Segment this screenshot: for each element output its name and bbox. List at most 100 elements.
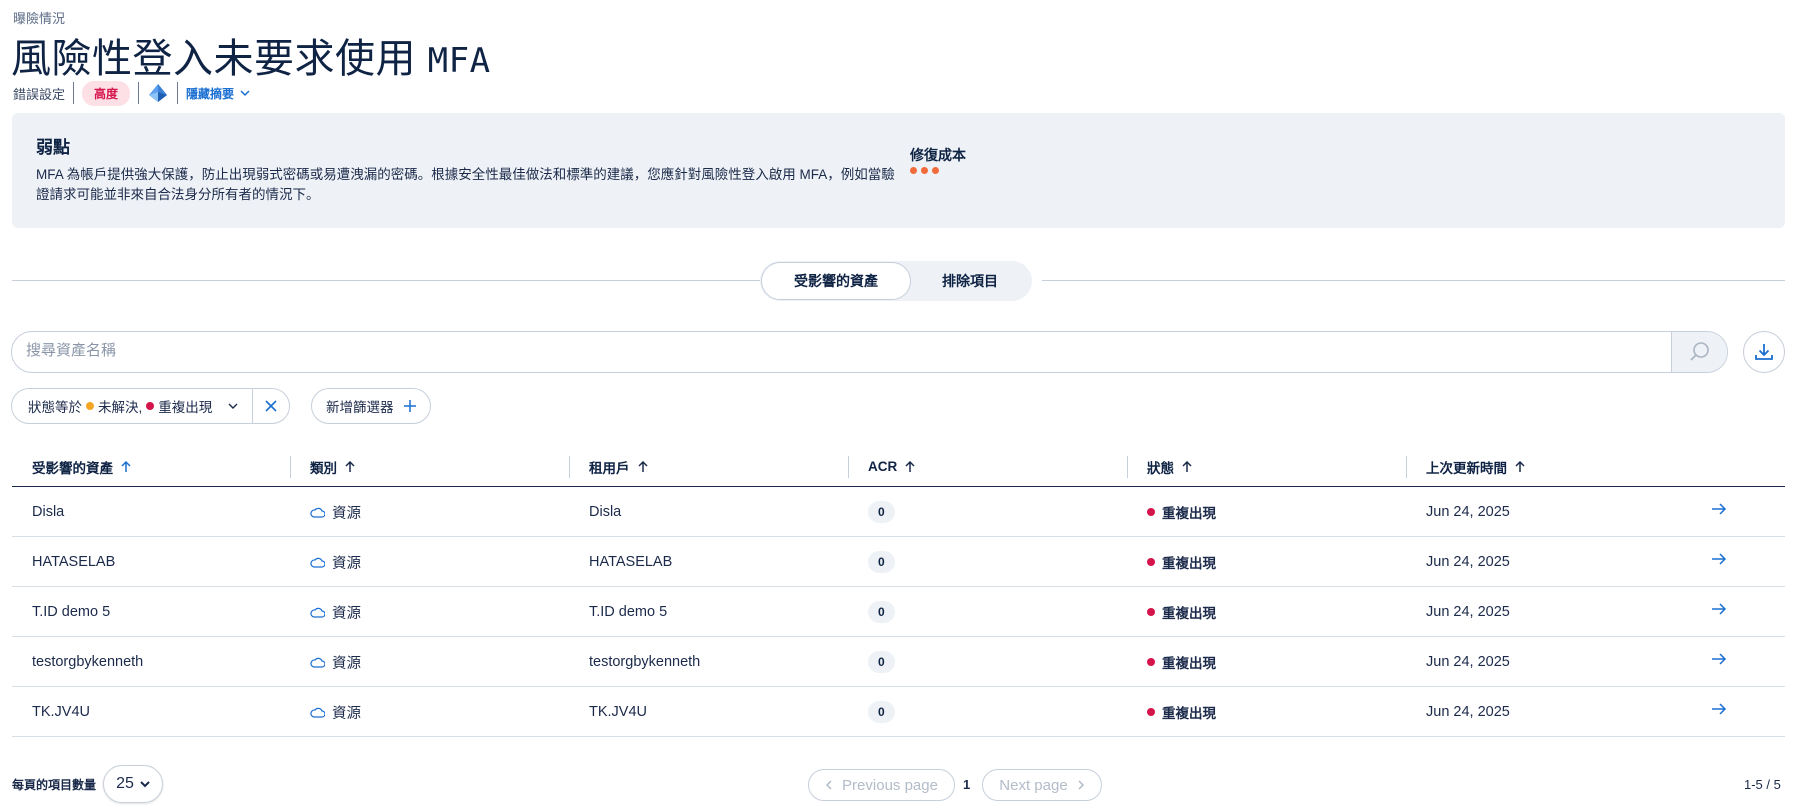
column-divider — [290, 456, 291, 478]
last-updated: Jun 24, 2025 — [1426, 654, 1510, 670]
asset-name: HATASELAB — [32, 554, 116, 570]
remediation-cost-title: 修復成本 — [910, 147, 966, 163]
table-row[interactable]: T.ID demo 5 資源 T.ID demo 5 0 重複出現 Jun 24… — [12, 587, 1785, 637]
download-icon — [1755, 344, 1773, 360]
per-page-select[interactable]: 25 — [103, 765, 163, 803]
status-dot — [1147, 508, 1155, 516]
category-cell: 資源 — [310, 587, 361, 637]
remediation-cost-indicator — [910, 167, 939, 174]
sort-arrow-up-icon — [1515, 460, 1525, 472]
column-divider — [569, 456, 570, 478]
chevron-left-icon — [825, 780, 832, 790]
tenant-name: HATASELAB — [589, 554, 673, 570]
status-dot — [1147, 608, 1155, 616]
next-page-label: Next page — [999, 776, 1068, 794]
current-page[interactable]: 1 — [963, 777, 970, 792]
acr-cell: 0 — [868, 587, 895, 637]
results-range: 1-5 / 5 — [1744, 777, 1781, 792]
category-cell: 資源 — [310, 487, 361, 537]
acr-badge: 0 — [868, 701, 895, 723]
tab-divider-right — [1042, 280, 1785, 281]
column-header-category[interactable]: 類別 — [310, 446, 355, 487]
column-divider — [1406, 456, 1407, 478]
table-row[interactable]: Disla 資源 Disla 0 重複出現 Jun 24, 2025 — [12, 487, 1785, 537]
plus-icon — [403, 400, 416, 412]
tab-affected-assets[interactable]: 受影響的資產 — [761, 262, 911, 300]
acr-cell: 0 — [868, 537, 895, 587]
cloud-icon — [310, 607, 325, 618]
asset-name: testorgbykenneth — [32, 654, 144, 670]
tab-divider-left — [12, 280, 760, 281]
column-header-tenant[interactable]: 租用戶 — [589, 446, 648, 487]
status-dot — [1147, 558, 1155, 566]
status-cell: 重複出現 — [1147, 587, 1216, 637]
weakness-title: 弱點 — [36, 138, 70, 157]
arrow-right-icon[interactable] — [1711, 502, 1727, 516]
search-box — [11, 331, 1728, 373]
asset-name: T.ID demo 5 — [32, 604, 111, 620]
breadcrumb[interactable]: 曝險情況 — [13, 8, 65, 27]
severity-badge: 高度 — [82, 80, 131, 106]
sort-arrow-up-icon — [1182, 460, 1192, 472]
table-row[interactable]: TK.JV4U 資源 TK.JV4U 0 重複出現 Jun 24, 2025 — [12, 687, 1785, 737]
cloud-icon — [310, 557, 325, 568]
hide-summary-label: 隱藏摘要 — [186, 86, 235, 101]
status-filter-dropdown[interactable]: 狀態等於 未解決, 重複出現 — [12, 389, 254, 423]
weakness-description: MFA 為帳戶提供強大保護，防止出現弱式密碼或易遭洩漏的密碼。根據安全性最佳做法… — [36, 167, 895, 202]
column-divider — [1127, 456, 1128, 478]
tab-exclusions[interactable]: 排除項目 — [911, 262, 1029, 300]
arrow-right-icon[interactable] — [1711, 552, 1727, 566]
status-cell: 重複出現 — [1147, 537, 1216, 587]
previous-page-label: Previous page — [842, 776, 938, 794]
clear-filter-button[interactable] — [253, 389, 289, 423]
last-updated: Jun 24, 2025 — [1426, 554, 1510, 570]
divider — [138, 82, 140, 104]
asset-name: Disla — [32, 504, 65, 520]
cloud-icon — [310, 507, 325, 518]
column-header-status[interactable]: 狀態 — [1147, 446, 1192, 487]
summary-card: 弱點 MFA 為帳戶提供強大保護，防止出現弱式密碼或易遭洩漏的密碼。根據安全性最… — [12, 113, 1785, 228]
status-cell: 重複出現 — [1147, 487, 1216, 537]
category-cell: 資源 — [310, 537, 361, 587]
search-input[interactable] — [26, 342, 1626, 359]
category-label: 錯誤設定 — [13, 86, 66, 102]
tab-group: 受影響的資產 排除項目 — [760, 261, 1032, 301]
per-page-label: 每頁的項目數量 — [12, 778, 97, 792]
acr-badge: 0 — [868, 601, 895, 623]
column-divider — [848, 456, 849, 478]
status-filter-chip: 狀態等於 未解決, 重複出現 — [11, 388, 291, 424]
table-row[interactable]: HATASELAB 資源 HATASELAB 0 重複出現 Jun 24, 20… — [12, 537, 1785, 587]
table-row[interactable]: testorgbykenneth 資源 testorgbykenneth 0 重… — [12, 637, 1785, 687]
acr-badge: 0 — [868, 501, 895, 523]
close-icon — [265, 400, 277, 412]
hide-summary-toggle[interactable]: 隱藏摘要 — [186, 85, 250, 102]
column-header-acr[interactable]: ACR — [868, 446, 915, 487]
arrow-right-icon[interactable] — [1711, 702, 1727, 716]
category-cell: 資源 — [310, 687, 361, 737]
divider — [177, 82, 179, 104]
category-cell: 資源 — [310, 637, 361, 687]
last-updated: Jun 24, 2025 — [1426, 704, 1510, 720]
page-title-text: 風險性登入未要求使用 — [11, 37, 416, 81]
status-dot — [1147, 658, 1155, 666]
column-header-last-updated[interactable]: 上次更新時間 — [1426, 446, 1525, 487]
tenant-name: testorgbykenneth — [589, 654, 701, 670]
cloud-icon — [310, 707, 325, 718]
per-page-value: 25 — [116, 775, 134, 792]
page-title-suffix: MFA — [427, 41, 491, 81]
arrow-right-icon[interactable] — [1711, 602, 1727, 616]
assets-table: 受影響的資產 類別 租用戶 ACR 狀態 上次更新時間 Disla 資源 Dis… — [12, 446, 1785, 737]
next-page-button[interactable]: Next page — [982, 769, 1102, 801]
arrow-right-icon[interactable] — [1711, 652, 1727, 666]
search-button[interactable] — [1671, 332, 1727, 372]
acr-badge: 0 — [868, 551, 895, 573]
status-cell: 重複出現 — [1147, 637, 1216, 687]
status-dot-recurring — [146, 402, 155, 410]
add-filter-button[interactable]: 新增篩選器 — [311, 388, 431, 424]
sort-arrow-up-icon — [905, 460, 915, 472]
download-button[interactable] — [1743, 331, 1785, 373]
table-header: 受影響的資產 類別 租用戶 ACR 狀態 上次更新時間 — [12, 446, 1785, 487]
previous-page-button[interactable]: Previous page — [808, 769, 955, 801]
page-title: 風險性登入未要求使用 MFA — [11, 26, 491, 84]
column-header-asset[interactable]: 受影響的資產 — [32, 446, 131, 487]
